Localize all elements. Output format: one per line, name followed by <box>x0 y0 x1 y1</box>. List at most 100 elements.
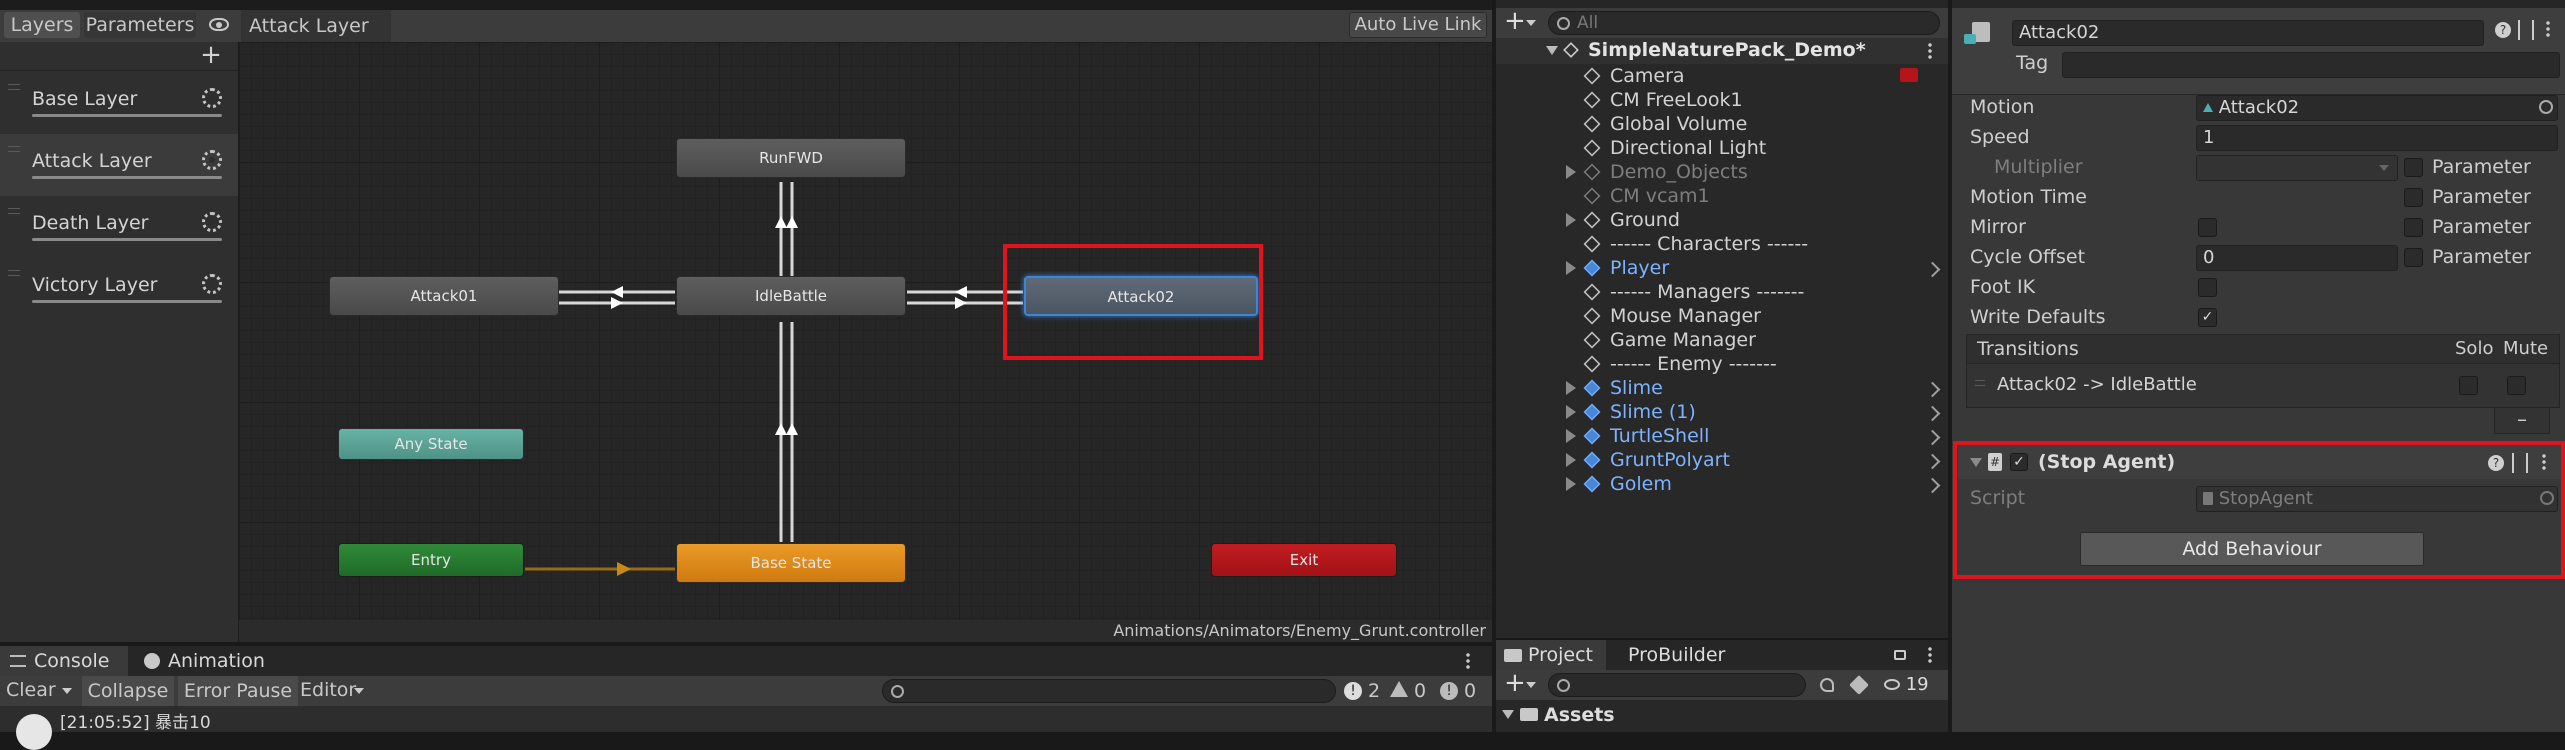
eye-icon[interactable] <box>209 18 229 31</box>
error-pause-button[interactable]: Error Pause <box>178 676 298 706</box>
chevron-right-icon[interactable] <box>1924 429 1941 446</box>
state-idlebattle[interactable]: IdleBattle <box>676 276 906 316</box>
tab-animation[interactable]: Animation <box>128 646 268 676</box>
hierarchy-item[interactable]: CM FreeLook1 <box>1496 88 1948 112</box>
cycle-offset-parameter-checkbox[interactable] <box>2404 248 2423 267</box>
drag-handle-icon[interactable] <box>1975 380 1985 386</box>
layer-item-death[interactable]: Death Layer <box>0 196 238 258</box>
hierarchy-item[interactable]: Directional Light <box>1496 136 1948 160</box>
add-object-button[interactable]: + <box>1504 6 1526 36</box>
hierarchy-search-input[interactable]: All <box>1548 11 1940 35</box>
motion-time-parameter-checkbox[interactable] <box>2404 188 2423 207</box>
chevron-right-icon[interactable] <box>1924 477 1941 494</box>
speed-field[interactable]: 1 <box>2196 125 2558 151</box>
more-menu-icon[interactable] <box>1928 42 1932 60</box>
hierarchy-item[interactable]: ------ Enemy ------- <box>1496 352 1948 376</box>
hierarchy-item[interactable]: GruntPolyart <box>1496 448 1948 472</box>
add-dropdown-icon[interactable] <box>1526 20 1536 26</box>
hierarchy-item[interactable]: TurtleShell <box>1496 424 1948 448</box>
drag-handle-icon[interactable] <box>8 270 20 276</box>
gear-icon[interactable] <box>202 150 222 170</box>
drag-handle-icon[interactable] <box>8 146 20 152</box>
transition-solo-checkbox[interactable] <box>2459 376 2478 395</box>
search-by-type-icon[interactable] <box>1820 678 1834 692</box>
expand-arrow-icon[interactable] <box>1566 405 1576 419</box>
hierarchy-item[interactable]: Camera <box>1496 64 1948 88</box>
drag-handle-icon[interactable] <box>8 84 20 90</box>
transition-row[interactable]: Attack02 -> IdleBattle <box>1966 364 2560 408</box>
hierarchy-item[interactable]: Ground <box>1496 208 1948 232</box>
write-defaults-checkbox[interactable]: ✓ <box>2198 308 2217 327</box>
cycle-offset-field[interactable]: 0 <box>2196 245 2398 271</box>
hierarchy-item[interactable]: Slime <box>1496 376 1948 400</box>
tab-console[interactable]: Console <box>0 646 128 676</box>
add-asset-button[interactable]: + <box>1504 668 1526 698</box>
warning-count-badge[interactable]: 0 <box>1390 680 1426 702</box>
assets-folder[interactable]: Assets <box>1544 704 1615 726</box>
tab-parameters[interactable]: Parameters <box>84 12 196 38</box>
state-attack01[interactable]: Attack01 <box>329 276 559 316</box>
expand-arrow-icon[interactable] <box>1566 477 1576 491</box>
expand-arrow-icon[interactable] <box>1546 46 1558 55</box>
hierarchy-item[interactable]: Slime (1) <box>1496 400 1948 424</box>
state-exit[interactable]: Exit <box>1211 543 1397 577</box>
clear-button[interactable]: Clear <box>6 679 56 701</box>
gear-icon[interactable] <box>202 274 222 294</box>
layer-item-base[interactable]: Base Layer <box>0 72 238 134</box>
animator-graph[interactable]: RunFWD Attack01 IdleBattle Attack02 Any … <box>239 42 1492 620</box>
hierarchy-item[interactable]: Golem <box>1496 472 1948 496</box>
state-runfwd[interactable]: RunFWD <box>676 138 906 178</box>
project-search-input[interactable] <box>1548 673 1806 697</box>
object-name-field[interactable]: Attack02 <box>2012 20 2484 46</box>
console-search-input[interactable] <box>882 679 1336 703</box>
log-entry[interactable]: [21:05:52] 暴击10 <box>60 708 211 733</box>
expand-arrow-icon[interactable] <box>1566 165 1576 179</box>
multiplier-dropdown[interactable] <box>2196 155 2398 181</box>
chevron-right-icon[interactable] <box>1924 261 1941 278</box>
scene-row[interactable]: SimpleNaturePack_Demo* <box>1496 38 1948 64</box>
drag-handle-icon[interactable] <box>8 208 20 214</box>
mirror-parameter-checkbox[interactable] <box>2404 218 2423 237</box>
add-dropdown-icon[interactable] <box>1526 682 1536 688</box>
editor-dropdown-icon[interactable] <box>354 688 364 694</box>
expand-arrow-icon[interactable] <box>1566 261 1576 275</box>
collapse-button[interactable]: Collapse <box>82 676 174 706</box>
hierarchy-item[interactable]: Mouse Manager <box>1496 304 1948 328</box>
gear-icon[interactable] <box>202 212 222 232</box>
hierarchy-item[interactable]: ------ Managers ------- <box>1496 280 1948 304</box>
label-tag-icon[interactable] <box>1849 675 1869 695</box>
more-menu-icon[interactable] <box>2546 20 2550 38</box>
expand-arrow-icon[interactable] <box>1566 381 1576 395</box>
hierarchy-item[interactable]: Demo_Objects <box>1496 160 1948 184</box>
mirror-checkbox[interactable] <box>2198 218 2217 237</box>
state-entry[interactable]: Entry <box>338 543 524 577</box>
transition-mute-checkbox[interactable] <box>2507 376 2526 395</box>
hidden-packages-toggle[interactable]: 19 <box>1884 674 1929 695</box>
error-count-badge[interactable]: ! 0 <box>1440 680 1476 702</box>
layer-item-victory[interactable]: Victory Layer <box>0 258 238 320</box>
state-base[interactable]: Base State <box>676 543 906 583</box>
log-count-badge[interactable]: ! 2 <box>1344 680 1380 702</box>
more-menu-icon[interactable] <box>1466 652 1470 670</box>
chevron-right-icon[interactable] <box>1924 405 1941 422</box>
lock-icon[interactable] <box>1894 650 1906 660</box>
multiplier-parameter-checkbox[interactable] <box>2404 158 2423 177</box>
hierarchy-item[interactable]: Player <box>1496 256 1948 280</box>
help-icon[interactable]: ? <box>2495 22 2511 38</box>
hierarchy-item[interactable]: CM vcam1 <box>1496 184 1948 208</box>
expand-arrow-icon[interactable] <box>1566 429 1576 443</box>
expand-arrow-icon[interactable] <box>1502 710 1514 719</box>
expand-arrow-icon[interactable] <box>1566 213 1576 227</box>
add-layer-button[interactable]: + <box>200 42 222 68</box>
motion-picker-icon[interactable] <box>2539 100 2553 114</box>
chevron-right-icon[interactable] <box>1924 453 1941 470</box>
tab-layers[interactable]: Layers <box>4 12 80 38</box>
layer-item-attack[interactable]: Attack Layer <box>0 134 238 196</box>
tab-probuilder[interactable]: ProBuilder <box>1628 644 1725 666</box>
hierarchy-item[interactable]: ------ Characters ------ <box>1496 232 1948 256</box>
tab-project[interactable]: Project <box>1496 640 1606 670</box>
remove-transition-button[interactable]: – <box>2494 408 2550 434</box>
editor-dropdown[interactable]: Editor <box>300 679 356 701</box>
breadcrumb[interactable]: Attack Layer <box>241 10 391 42</box>
preset-icon[interactable] <box>2518 20 2534 40</box>
